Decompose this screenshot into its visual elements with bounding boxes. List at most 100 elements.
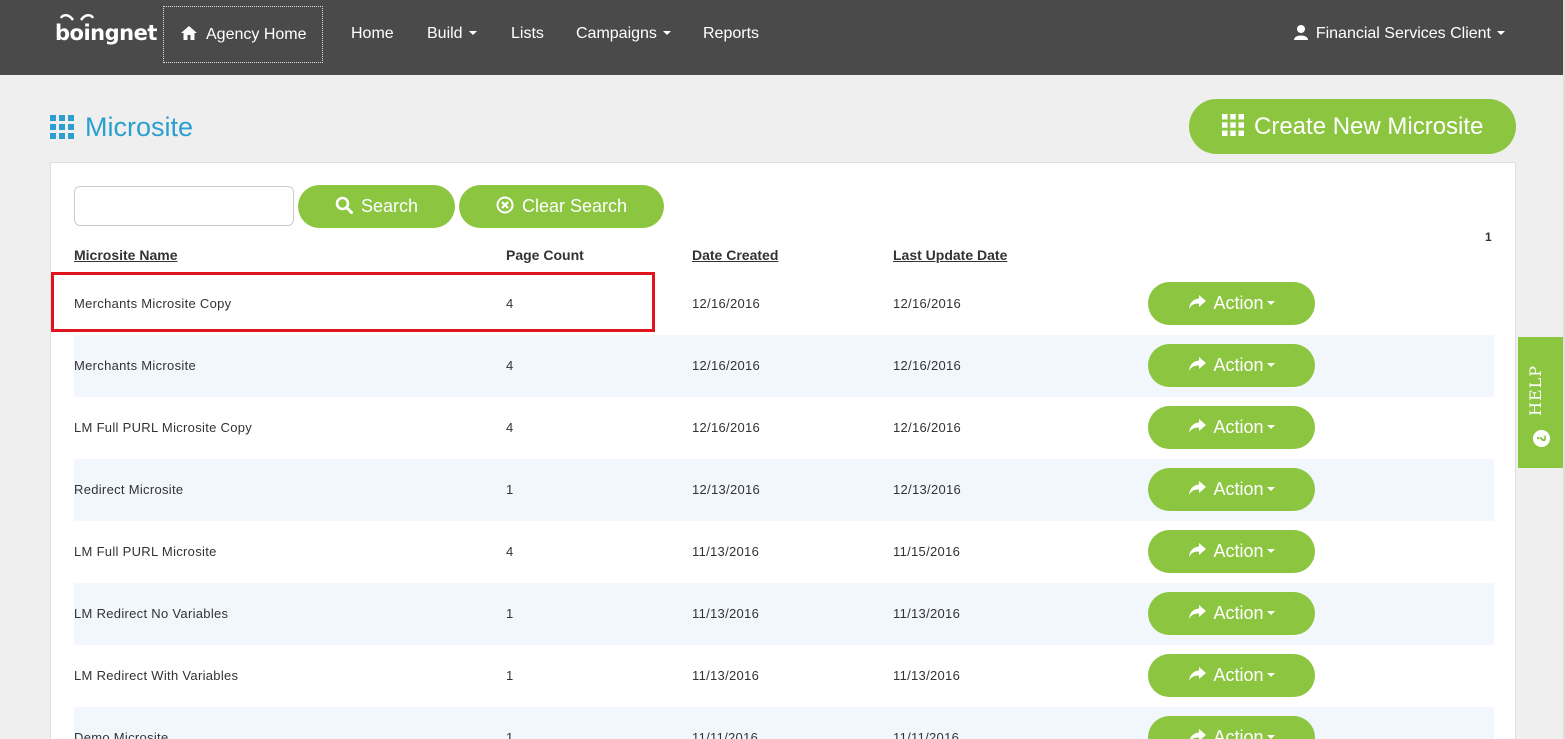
page-count-cell: 1 (506, 668, 514, 683)
action-button-label: Action (1213, 603, 1264, 623)
microsite-name-cell: LM Full PURL Microsite Copy (74, 420, 253, 435)
table-row: Merchants Microsite 4 12/16/2016 12/16/2016… (74, 335, 1494, 397)
microsite-name-cell: Redirect Microsite (74, 482, 184, 497)
last-update-date-cell: 11/11/2016 (893, 730, 960, 739)
share-arrow-icon (1189, 667, 1207, 682)
column-header-date-created[interactable]: Date Created (692, 247, 778, 263)
date-created-cell: 11/13/2016 (692, 544, 760, 559)
caret-down-icon (1266, 301, 1275, 306)
action-button-label: Action (1213, 293, 1264, 313)
page-count-cell: 1 (506, 606, 514, 621)
action-button-label: Action (1213, 355, 1264, 375)
caret-down-icon (1266, 673, 1275, 678)
pagination-page-1[interactable]: 1 (1485, 230, 1492, 244)
action-button-label: Action (1213, 479, 1264, 499)
microsite-name-cell: LM Redirect With Variables (74, 668, 239, 683)
share-arrow-icon (1189, 357, 1207, 372)
nav-home[interactable]: Home (351, 0, 394, 75)
page-count-cell: 1 (506, 730, 514, 739)
microsite-name-cell: LM Full PURL Microsite (74, 544, 217, 559)
action-button[interactable]: Action (1148, 468, 1315, 511)
microsite-name-cell: Merchants Microsite (74, 358, 197, 373)
caret-down-icon (1497, 30, 1505, 35)
search-input[interactable] (74, 186, 294, 226)
date-created-cell: 11/11/2016 (692, 730, 759, 739)
nav-lists-label: Lists (511, 25, 544, 42)
boingnet-logo[interactable]: boingnet (55, 12, 157, 46)
action-button[interactable]: Action (1148, 344, 1315, 387)
last-update-date-cell: 12/16/2016 (893, 420, 962, 435)
page-count-cell: 4 (506, 296, 514, 311)
nav-reports[interactable]: Reports (703, 0, 759, 75)
page-count-cell: 4 (506, 544, 514, 559)
action-button[interactable]: Action (1148, 592, 1315, 635)
search-button-label: Search (360, 196, 419, 216)
nav-build-label: Build (427, 25, 463, 42)
share-arrow-icon (1189, 419, 1207, 434)
nav-agency-home[interactable]: Agency Home (163, 6, 323, 63)
grid-icon (1222, 114, 1244, 137)
date-created-cell: 11/13/2016 (692, 606, 760, 621)
table-row: LM Full PURL Microsite 4 11/13/2016 11/15/2… (74, 521, 1494, 583)
action-button[interactable]: Action (1148, 282, 1315, 325)
user-icon (1293, 24, 1308, 40)
date-created-cell: 12/16/2016 (692, 296, 761, 311)
svg-text:?: ? (1534, 435, 1548, 442)
action-button[interactable]: Action (1148, 530, 1315, 573)
action-button[interactable]: Action (1148, 654, 1315, 697)
last-update-date-cell: 11/13/2016 (893, 606, 961, 621)
last-update-date-cell: 11/13/2016 (893, 668, 961, 683)
nav-user-menu[interactable]: Financial Services Client (1293, 0, 1505, 75)
nav-campaigns[interactable]: Campaigns (576, 0, 671, 75)
action-button[interactable]: Action (1148, 716, 1315, 739)
caret-down-icon (468, 30, 477, 35)
microsite-name-cell: Demo Microsite (74, 730, 169, 739)
page-count-cell: 4 (506, 420, 514, 435)
share-arrow-icon (1189, 481, 1207, 496)
logo-text: boingnet (55, 21, 157, 45)
create-new-microsite-button[interactable]: Create New Microsite (1189, 99, 1516, 154)
action-button-label: Action (1213, 541, 1264, 561)
last-update-date-cell: 11/15/2016 (893, 544, 961, 559)
search-icon (335, 196, 353, 215)
table-row: Redirect Microsite 1 12/13/2016 12/13/2016 A… (74, 459, 1494, 521)
microsite-panel: Search Clear Search 1 Microsite Name Pag… (50, 162, 1516, 739)
nav-agency-home-label: Agency Home (206, 26, 307, 43)
last-update-date-cell: 12/16/2016 (893, 296, 962, 311)
column-header-microsite-name[interactable]: Microsite Name (74, 247, 177, 263)
nav-user-label: Financial Services Client (1315, 25, 1491, 42)
caret-down-icon (662, 30, 671, 35)
caret-down-icon (1266, 735, 1275, 739)
share-arrow-icon (1189, 295, 1207, 310)
action-button-label: Action (1213, 417, 1264, 437)
table-row: LM Full PURL Microsite Copy 4 12/16/2016 12… (74, 397, 1494, 459)
date-created-cell: 12/13/2016 (692, 482, 761, 497)
caret-down-icon (1266, 425, 1275, 430)
grid-icon (50, 115, 74, 139)
last-update-date-cell: 12/13/2016 (893, 482, 962, 497)
date-created-cell: 12/16/2016 (692, 420, 761, 435)
page-title: Microsite (85, 112, 194, 142)
search-button[interactable]: Search (298, 185, 455, 228)
top-navbar: boingnet Agency Home Home Build Lists Ca… (0, 0, 1565, 75)
date-created-cell: 11/13/2016 (692, 668, 760, 683)
nav-lists[interactable]: Lists (511, 0, 544, 75)
help-tab[interactable]: HELP ? (1518, 337, 1565, 468)
clear-search-button[interactable]: Clear Search (459, 185, 664, 228)
action-button-label: Action (1213, 727, 1264, 739)
microsite-name-cell: LM Redirect No Variables (74, 606, 229, 621)
table-row: Demo Microsite 1 11/11/2016 11/11/2016 Actio… (74, 707, 1494, 739)
table-row: LM Redirect No Variables 1 11/13/2016 11/13… (74, 583, 1494, 645)
clear-search-button-label: Clear Search (521, 196, 628, 216)
nav-build[interactable]: Build (427, 0, 477, 75)
column-header-last-update-date[interactable]: Last Update Date (893, 247, 1007, 263)
column-header-page-count: Page Count (506, 247, 584, 263)
create-new-microsite-label: Create New Microsite (1254, 113, 1484, 140)
share-arrow-icon (1189, 543, 1207, 558)
page-count-cell: 4 (506, 358, 514, 373)
date-created-cell: 12/16/2016 (692, 358, 761, 373)
table-row: Merchants Microsite Copy 4 12/16/2016 12/16… (74, 273, 1494, 335)
caret-down-icon (1266, 487, 1275, 492)
action-button[interactable]: Action (1148, 406, 1315, 449)
home-icon (181, 25, 197, 40)
